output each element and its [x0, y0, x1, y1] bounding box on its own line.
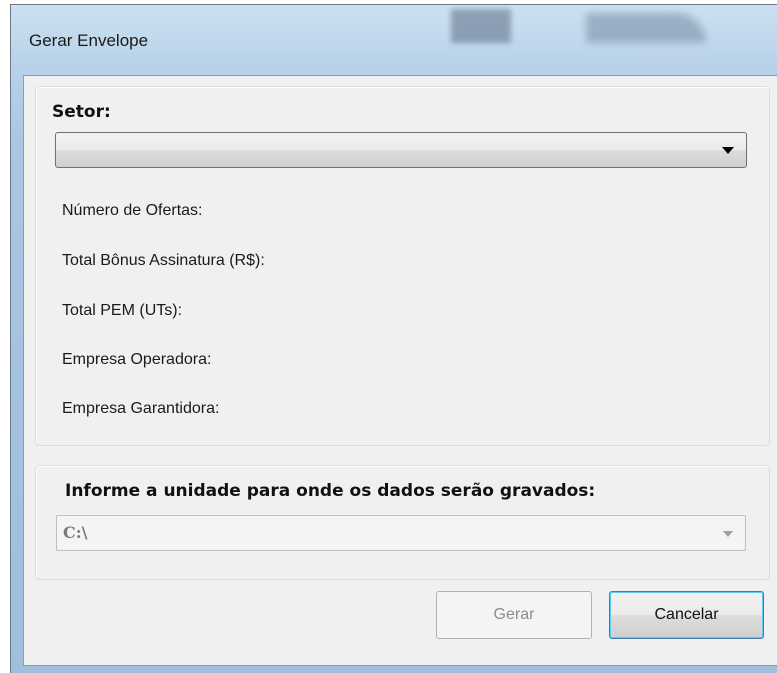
title-bar-glass-shape — [586, 13, 706, 43]
total-pem-label: Total PEM (UTs): — [62, 302, 183, 319]
window-title: Gerar Envelope — [29, 31, 149, 50]
empresa-garantidora-label: Empresa Garantidora: — [62, 400, 220, 417]
chevron-down-icon[interactable] — [722, 147, 734, 154]
unidade-label: Informe a unidade para onde os dados ser… — [65, 481, 596, 501]
desktop-background — [0, 0, 10, 673]
unidade-dropdown-value: C:\ — [63, 523, 88, 542]
setor-dropdown[interactable] — [55, 132, 747, 168]
dialog-window: Gerar Envelope — [10, 4, 777, 673]
title-bar-glass-shape — [451, 9, 511, 43]
cancelar-button[interactable]: Cancelar — [609, 591, 764, 639]
total-bonus-label: Total Bônus Assinatura (R$): — [62, 252, 265, 269]
empresa-operadora-label: Empresa Operadora: — [62, 351, 212, 368]
gerar-button[interactable]: Gerar — [436, 591, 592, 639]
unidade-dropdown[interactable]: C:\ — [56, 515, 746, 551]
numero-ofertas-label: Número de Ofertas: — [62, 202, 203, 219]
setor-label: Setor: — [52, 102, 111, 122]
chevron-down-icon[interactable] — [723, 531, 733, 537]
